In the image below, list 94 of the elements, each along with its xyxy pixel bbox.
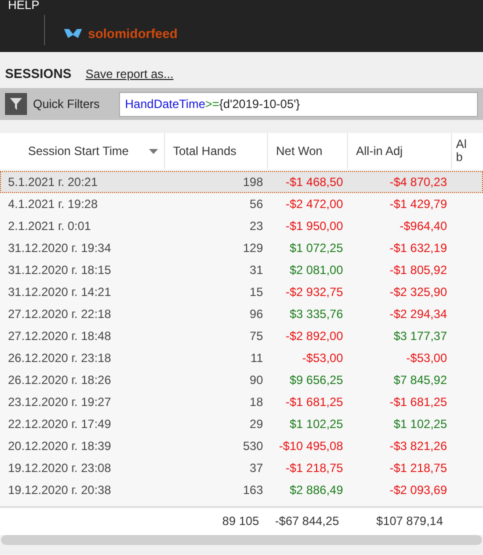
net-won-cell-text: $3 335,76 — [288, 306, 344, 323]
table-row[interactable]: 23.12.2020 г. 19:27 18 -$1 681,25 -$1 681,25 — [0, 391, 483, 413]
hands-cell-text: 31 — [248, 262, 264, 279]
hands-cell-text: 15 — [248, 284, 264, 301]
column-header[interactable]: Total Hands — [173, 142, 236, 160]
net-won-cell-text: $1 072,25 — [288, 240, 344, 257]
date-cell-text: 5.1.2021 г. 20:21 — [7, 174, 99, 191]
hands-cell-text: 75 — [248, 328, 264, 345]
column-header[interactable]: All-in Adj — [356, 142, 403, 160]
table-row[interactable]: 4.1.2021 г. 19:28 56 -$2 472,00 -$1 429,79 — [0, 193, 483, 215]
wings-logo-icon — [64, 28, 82, 40]
save-report-link[interactable]: Save report as... — [85, 65, 174, 83]
all-in-adj-cell-text: $3 177,37 — [392, 328, 448, 345]
date-cell-text: 4.1.2021 г. 19:28 — [7, 196, 99, 213]
hands-cell-text: 90 — [248, 372, 264, 389]
table-row[interactable]: 26.12.2020 г. 18:26 90 $9 656,25 $7 845,92 — [0, 369, 483, 391]
date-cell-text: 26.12.2020 г. 23:18 — [7, 350, 112, 367]
sort-caret-icon[interactable] — [149, 148, 158, 154]
all-in-adj-cell-text: -$964,40 — [398, 218, 448, 235]
date-cell-text: 20.12.2020 г. 18:39 — [7, 438, 112, 455]
net-won-cell-text: -$2 892,00 — [284, 328, 344, 345]
hands-cell-text: 56 — [248, 196, 264, 213]
date-cell-text: 26.12.2020 г. 18:26 — [7, 372, 112, 389]
hands-cell-text: 37 — [248, 460, 264, 477]
table-row[interactable]: 31.12.2020 г. 18:15 31 $2 081,00 -$1 805,92 — [0, 259, 483, 281]
hands-cell-text: 29 — [248, 416, 264, 433]
net-won-cell-text: -$1 681,25 — [284, 394, 344, 411]
date-cell-text: 19.12.2020 г. 23:08 — [7, 460, 112, 477]
date-cell-text: 31.12.2020 г. 19:34 — [7, 240, 112, 257]
table-row[interactable]: 31.12.2020 г. 14:21 15 -$2 932,75 -$2 325,90 — [0, 281, 483, 303]
all-in-adj-cell-text: -$3 821,26 — [388, 438, 448, 455]
date-cell-text: 2.1.2021 г. 0:01 — [7, 218, 92, 235]
all-in-adj-cell-text: -$4 870,23 — [388, 174, 448, 191]
hands-cell-text: 96 — [248, 306, 264, 323]
net-won-cell-text: $1 102,25 — [288, 416, 344, 433]
total-cell-text: 89 105 — [221, 512, 260, 530]
table-row[interactable]: 20.12.2020 г. 18:39 530 -$10 495,08 -$3 821,26 — [0, 435, 483, 457]
net-won-cell-text: -$2 932,75 — [284, 284, 344, 301]
net-won-cell-text: -$53,00 — [301, 350, 344, 367]
table-row[interactable]: 26.12.2020 г. 23:18 11 -$53,00 -$53,00 — [0, 347, 483, 369]
table-row[interactable]: 27.12.2020 г. 22:18 96 $3 335,76 -$2 294,34 — [0, 303, 483, 325]
all-in-adj-cell-text: -$2 325,90 — [388, 284, 448, 301]
net-won-cell-text: -$1 950,00 — [284, 218, 344, 235]
all-in-adj-cell-text: -$1 805,92 — [388, 262, 448, 279]
all-in-adj-cell-text: -$1 429,79 — [388, 196, 448, 213]
all-in-adj-cell-text: $7 845,92 — [392, 372, 448, 389]
date-cell-text: 22.12.2020 г. 17:49 — [7, 416, 112, 433]
net-won-cell-text: $9 656,25 — [288, 372, 344, 389]
filter-input[interactable]: HandDateTime>={d'2019-10-05'} — [119, 92, 478, 116]
net-won-cell-text: -$2 472,00 — [284, 196, 344, 213]
all-in-adj-cell-text: -$53,00 — [405, 350, 448, 367]
net-won-cell-text: -$1 468,50 — [284, 174, 344, 191]
quick-filters-label: Quick Filters — [33, 96, 101, 113]
all-in-adj-cell-text: -$2 294,34 — [388, 306, 448, 323]
menu-item[interactable]: HELP — [8, 0, 40, 12]
all-in-adj-cell-text: -$1 681,25 — [388, 394, 448, 411]
horizontal-scrollbar[interactable] — [1, 535, 482, 545]
total-cell-text: -$67 844,25 — [274, 512, 340, 530]
net-won-cell-text: $2 081,00 — [288, 262, 344, 279]
table-row[interactable]: 19.12.2020 г. 23:08 37 -$1 218,75 -$1 218,75 — [0, 457, 483, 479]
column-header[interactable]: Net Won — [276, 142, 322, 160]
hands-cell-text: 23 — [248, 218, 264, 235]
net-won-cell-text: -$1 218,75 — [284, 460, 344, 477]
all-in-adj-cell-text: $1 102,25 — [392, 416, 448, 433]
account-name: solomidorfeed — [88, 25, 178, 43]
net-won-cell-text: -$10 495,08 — [278, 438, 344, 455]
table-row[interactable]: 5.1.2021 г. 20:21 198 -$1 468,50 -$4 870,23 — [0, 171, 483, 193]
table-row[interactable]: 2.1.2021 г. 0:01 23 -$1 950,00 -$964,40 — [0, 215, 483, 237]
filter-icon — [10, 98, 22, 110]
all-in-adj-cell-text: -$2 093,69 — [388, 482, 448, 499]
net-won-cell-text: $2 886,49 — [288, 482, 344, 499]
hands-cell-text: 129 — [242, 240, 264, 257]
all-in-adj-cell-text: -$1 218,75 — [388, 460, 448, 477]
table-row[interactable]: 27.12.2020 г. 18:48 75 -$2 892,00 $3 177,37 — [0, 325, 483, 347]
date-cell-text: 31.12.2020 г. 18:15 — [7, 262, 112, 279]
hands-cell-text: 163 — [242, 482, 264, 499]
total-cell-text: $107 879,14 — [375, 512, 444, 530]
report-title: SESSIONS — [5, 65, 72, 84]
hands-cell-text: 11 — [250, 350, 264, 367]
column-header[interactable]: Al b — [456, 138, 467, 164]
table-row[interactable]: 31.12.2020 г. 19:34 129 $1 072,25 -$1 632,19 — [0, 237, 483, 259]
column-header[interactable]: Session Start Time — [28, 142, 129, 160]
date-cell-text: 27.12.2020 г. 22:18 — [7, 306, 112, 323]
date-cell-text: 27.12.2020 г. 18:48 — [7, 328, 112, 345]
date-cell-text: 31.12.2020 г. 14:21 — [7, 284, 112, 301]
hands-cell-text: 198 — [242, 174, 264, 191]
table-row[interactable]: 22.12.2020 г. 17:49 29 $1 102,25 $1 102,25 — [0, 413, 483, 435]
hands-cell-text: 18 — [248, 394, 264, 411]
filter-button[interactable] — [5, 93, 27, 115]
all-in-adj-cell-text: -$1 632,19 — [388, 240, 448, 257]
hands-cell-text: 530 — [242, 438, 264, 455]
date-cell-text: 23.12.2020 г. 19:27 — [7, 394, 112, 411]
date-cell-text: 19.12.2020 г. 20:38 — [7, 482, 112, 499]
table-row[interactable]: 19.12.2020 г. 20:38 163 $2 886,49 -$2 093,69 — [0, 479, 483, 501]
